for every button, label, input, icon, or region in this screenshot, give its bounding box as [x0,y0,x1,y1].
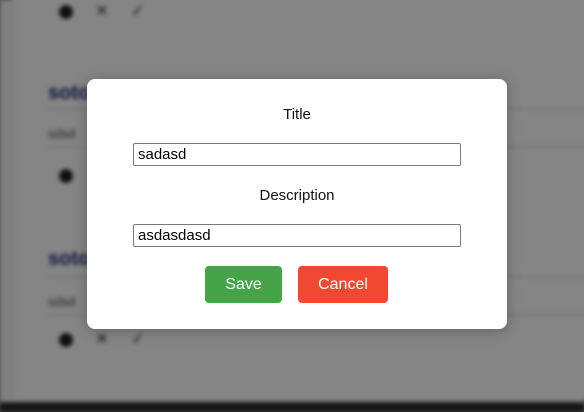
description-label: Description [259,187,335,204]
title-input[interactable] [133,143,461,166]
cancel-button[interactable]: Cancel [298,266,388,303]
save-button[interactable]: Save [205,266,282,303]
description-input[interactable] [133,224,461,247]
edit-todo-modal: Title Description Save Cancel [87,79,507,329]
title-label: Title [283,106,311,123]
